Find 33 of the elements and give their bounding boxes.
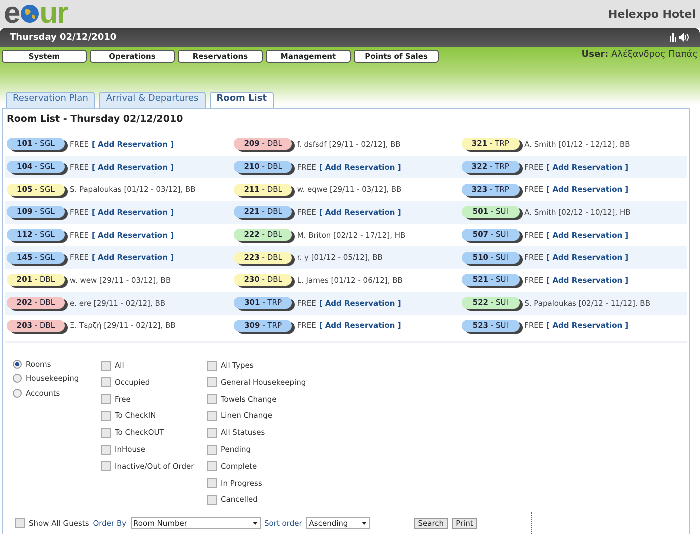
- checkbox[interactable]: [101, 394, 111, 404]
- radio-button[interactable]: [13, 389, 22, 398]
- checkbox[interactable]: [207, 428, 217, 438]
- radio-button[interactable]: [13, 360, 22, 369]
- tab[interactable]: Arrival & Departures: [99, 92, 206, 108]
- globe-icon: [20, 4, 40, 24]
- checkbox[interactable]: [101, 461, 111, 472]
- caret-icon: [252, 522, 258, 525]
- checkbox[interactable]: [101, 410, 111, 421]
- page-title: Room List - Thursday 02/12/2010: [6, 113, 184, 127]
- tab[interactable]: Room List: [210, 92, 274, 108]
- checkbox[interactable]: [207, 394, 217, 404]
- checkbox[interactable]: [207, 444, 217, 455]
- checkbox[interactable]: [207, 461, 217, 472]
- caret-icon: [362, 522, 368, 525]
- checkbox[interactable]: [101, 360, 111, 371]
- radio-button[interactable]: [13, 374, 22, 384]
- checkbox[interactable]: [207, 494, 217, 505]
- checkbox[interactable]: [101, 377, 111, 388]
- checkbox[interactable]: [207, 360, 217, 371]
- tab[interactable]: Reservation Plan: [6, 92, 96, 108]
- user-label: User: Αλέξανδρος Παπάς: [582, 50, 698, 60]
- current-date: Thursday 02/12/2010: [10, 32, 117, 42]
- checkbox[interactable]: [101, 444, 111, 455]
- checkbox[interactable]: [207, 410, 217, 421]
- status-icons-drawing: [670, 33, 690, 42]
- hotel-name: Helexpo Hotel: [608, 8, 696, 20]
- checkbox[interactable]: [101, 428, 111, 438]
- checkbox[interactable]: [207, 478, 217, 488]
- logo-text: e: [4, 0, 20, 28]
- logo-text: ur: [40, 0, 68, 28]
- checkbox[interactable]: [207, 377, 217, 388]
- checkbox[interactable]: [15, 518, 25, 528]
